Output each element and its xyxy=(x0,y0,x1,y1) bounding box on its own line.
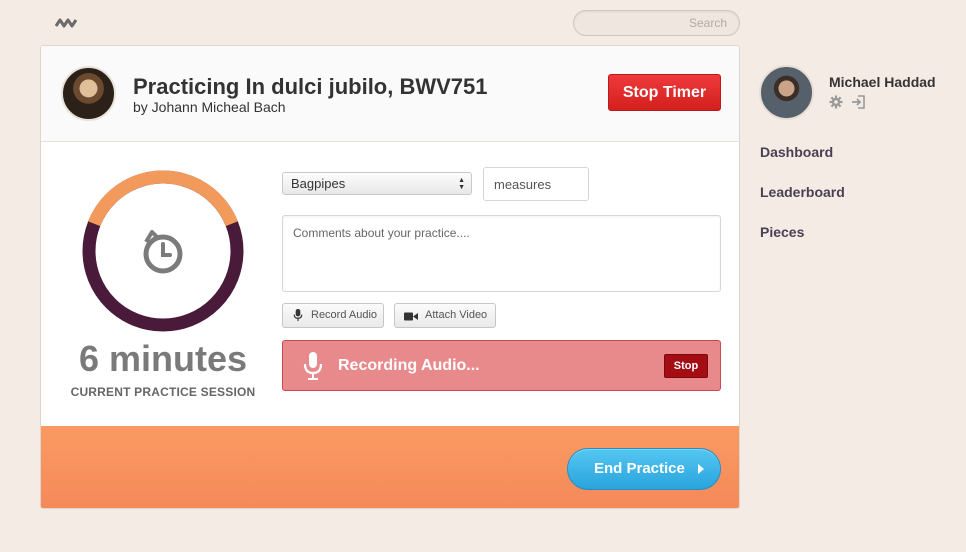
video-camera-icon xyxy=(404,312,418,321)
record-audio-label: Record Audio xyxy=(311,309,378,321)
nav-item-dashboard[interactable]: Dashboard xyxy=(760,144,833,160)
practice-header: Practicing In dulci jubilo, BWV751 by Jo… xyxy=(41,46,739,142)
piece-composer: by Johann Micheal Bach xyxy=(133,99,286,115)
measures-input[interactable] xyxy=(483,167,589,201)
select-arrows-icon: ▲ ▼ xyxy=(458,177,465,191)
instrument-select-value: Bagpipes xyxy=(291,176,346,191)
logo-icon[interactable] xyxy=(55,16,77,30)
end-practice-button[interactable]: End Practice xyxy=(567,448,721,490)
recording-status-bar: Recording Audio... Stop xyxy=(282,340,721,391)
attach-video-label: Attach Video xyxy=(425,309,488,321)
search-input[interactable] xyxy=(573,10,740,36)
gear-icon[interactable] xyxy=(829,95,843,109)
microphone-icon xyxy=(303,352,323,380)
instrument-select[interactable]: Bagpipes ▲ ▼ xyxy=(282,172,472,195)
timer-ring-elapsed xyxy=(88,170,238,227)
record-audio-button[interactable]: Record Audio xyxy=(282,303,384,328)
practice-card: Practicing In dulci jubilo, BWV751 by Jo… xyxy=(40,45,740,509)
comments-field[interactable] xyxy=(282,215,721,292)
stopwatch-icon xyxy=(143,230,183,274)
stop-timer-button[interactable]: Stop Timer xyxy=(608,74,721,111)
stop-recording-button[interactable]: Stop xyxy=(664,354,708,378)
logout-icon[interactable] xyxy=(851,95,865,109)
chevron-right-icon xyxy=(698,464,704,474)
practice-footer: End Practice xyxy=(41,426,739,508)
microphone-icon xyxy=(293,309,303,322)
timer-value: 6 minutes xyxy=(78,338,248,379)
nav-item-pieces[interactable]: Pieces xyxy=(760,224,804,240)
user-name: Michael Haddad xyxy=(829,74,936,90)
avatar[interactable] xyxy=(759,65,814,120)
page-title: Practicing In dulci jubilo, BWV751 xyxy=(133,74,488,99)
timer-ring xyxy=(82,170,244,332)
nav-item-leaderboard[interactable]: Leaderboard xyxy=(760,184,845,200)
attach-video-button[interactable]: Attach Video xyxy=(394,303,496,328)
timer-caption: CURRENT PRACTICE SESSION xyxy=(70,385,256,399)
recording-label: Recording Audio... xyxy=(338,357,480,374)
end-practice-label: End Practice xyxy=(594,460,685,477)
composer-avatar xyxy=(61,66,116,121)
